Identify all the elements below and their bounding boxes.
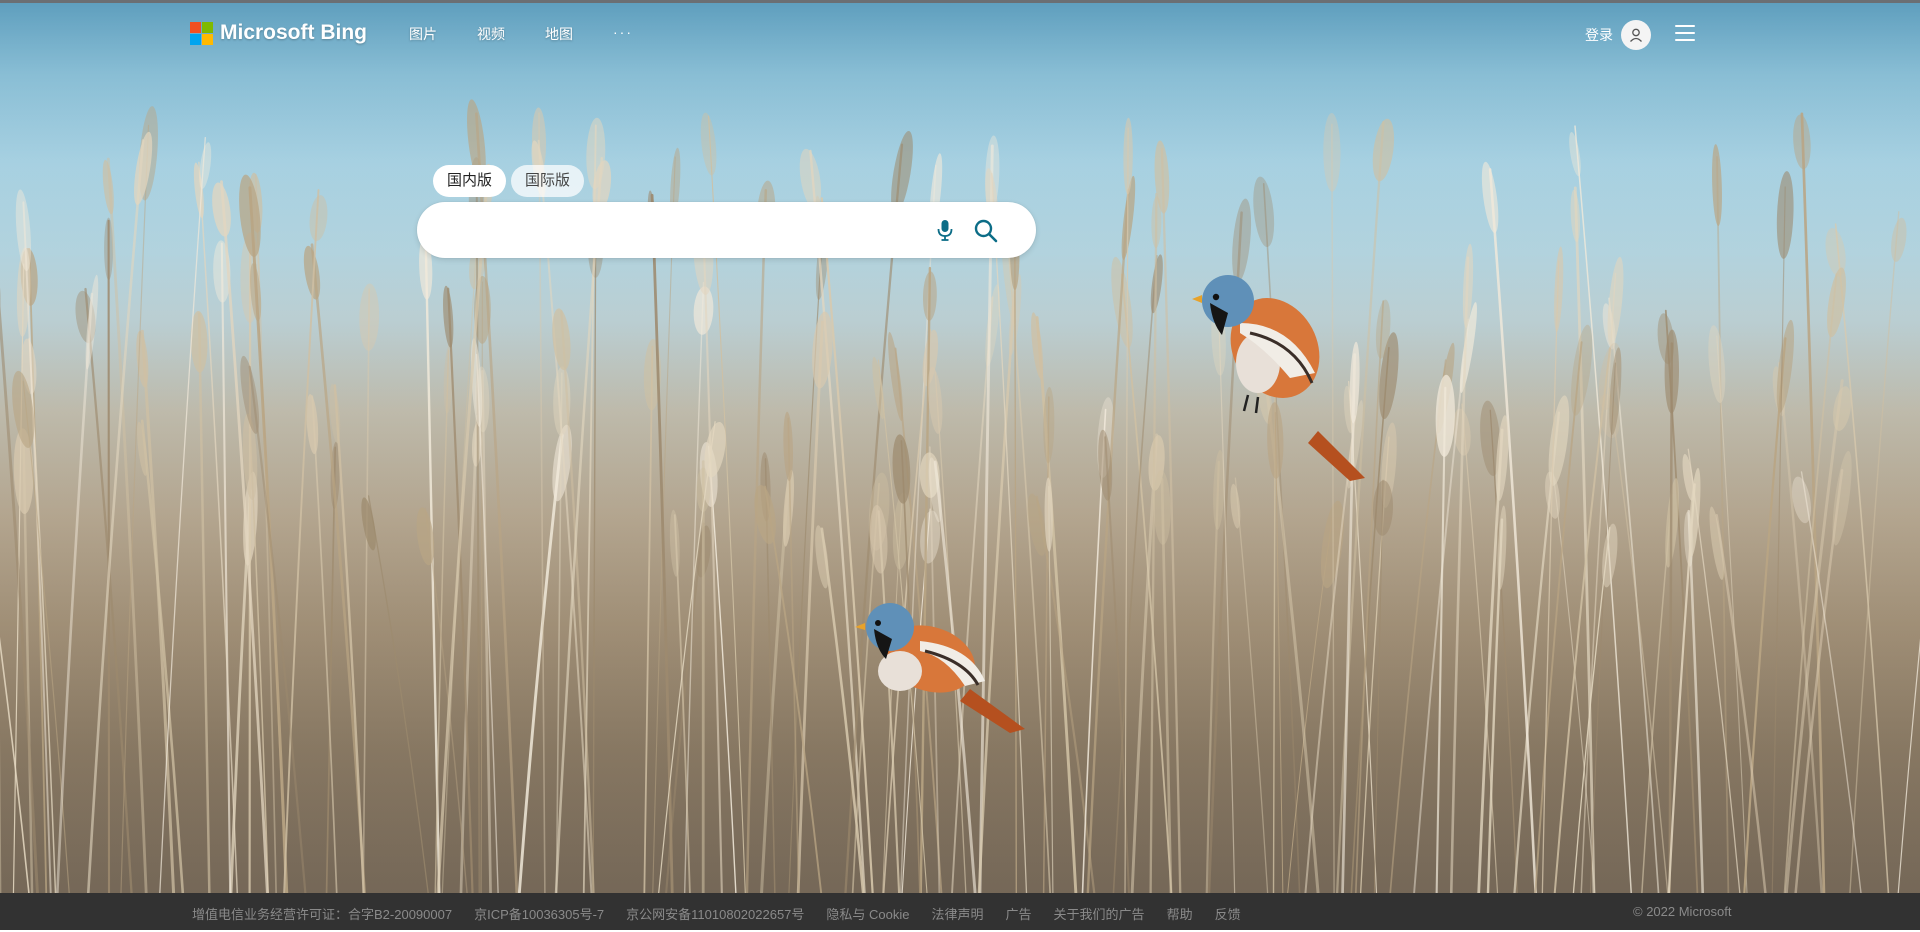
footer-link-ads[interactable]: 广告 — [1006, 904, 1032, 923]
nav-item-videos[interactable]: 视频 — [477, 24, 505, 44]
tab-international[interactable]: 国际版 — [511, 165, 585, 197]
signin-button[interactable]: 登录 — [1585, 20, 1651, 50]
footer-link-license[interactable]: 增值电信业务经营许可证：合字B2-20090007 — [192, 904, 452, 923]
footer-link-legal[interactable]: 法律声明 — [932, 904, 984, 923]
footer-link-help[interactable]: 帮助 — [1167, 904, 1193, 923]
bing-homepage: Microsoft Bing 图片 视频 地图 ··· 登录 国内版 国际版 增… — [0, 0, 1920, 932]
search-box — [417, 202, 1036, 258]
footer-link-security[interactable]: 京公网安备11010802022657号 — [626, 904, 804, 923]
reeds-and-birds-illustration — [0, 3, 1920, 896]
search-input[interactable] — [441, 212, 925, 250]
top-nav: 图片 视频 地图 ··· — [409, 24, 633, 44]
nav-item-maps[interactable]: 地图 — [545, 24, 573, 44]
top-header: Microsoft Bing 图片 视频 地图 ··· 登录 — [0, 0, 1920, 66]
copyright-text: © 2022 Microsoft — [1633, 904, 1732, 919]
background-wallpaper — [0, 0, 1920, 896]
menu-icon[interactable] — [1675, 25, 1695, 41]
microphone-icon[interactable] — [931, 216, 959, 244]
footer-links: 增值电信业务经营许可证：合字B2-20090007 京ICP备10036305号… — [192, 904, 1263, 923]
search-icon[interactable] — [971, 216, 1001, 246]
microsoft-logo-icon — [190, 21, 213, 45]
bing-logo[interactable]: Microsoft Bing — [190, 21, 367, 45]
nav-more-button[interactable]: ··· — [613, 24, 633, 44]
market-tabs: 国内版 国际版 — [433, 165, 585, 197]
footer-link-feedback[interactable]: 反馈 — [1215, 904, 1241, 923]
user-icon — [1621, 20, 1651, 50]
footer-link-about-ads[interactable]: 关于我们的广告 — [1054, 904, 1145, 923]
footer-link-icp[interactable]: 京ICP备10036305号-7 — [474, 904, 604, 923]
logo-text: Microsoft Bing — [220, 21, 367, 44]
footer-bar: 增值电信业务经营许可证：合字B2-20090007 京ICP备10036305号… — [0, 893, 1920, 932]
footer-link-privacy[interactable]: 隐私与 Cookie — [826, 904, 909, 923]
signin-label: 登录 — [1585, 27, 1613, 43]
nav-item-images[interactable]: 图片 — [409, 24, 437, 44]
tab-domestic[interactable]: 国内版 — [433, 165, 507, 197]
